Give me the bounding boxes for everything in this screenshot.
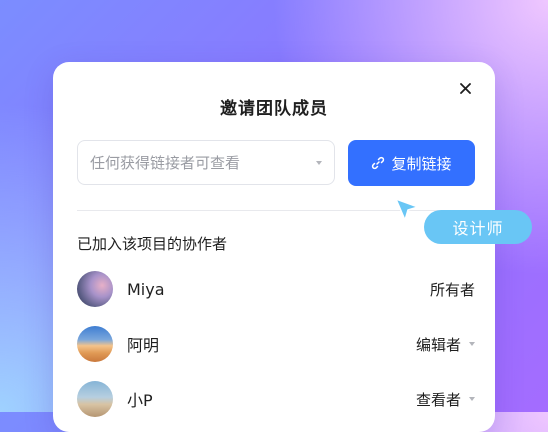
member-row: 小P 查看者 <box>77 380 475 418</box>
member-row: 阿明 编辑者 <box>77 325 475 363</box>
collaborators-title: 已加入该项目的协作者 <box>77 235 228 253</box>
avatar <box>77 326 113 362</box>
member-role-select[interactable]: 查看者 <box>416 389 475 410</box>
invite-dialog: 邀请团队成员 任何获得链接者可查看 复制链接 已加入该项目的协作者 Miya 所… <box>53 62 495 432</box>
chevron-down-icon <box>469 342 475 346</box>
chevron-down-icon <box>469 397 475 401</box>
close-icon <box>459 82 471 94</box>
member-role-label: 编辑者 <box>415 335 461 354</box>
collaborator-cursor-badge: 设计师 <box>424 210 532 244</box>
member-role: 所有者 <box>430 279 475 300</box>
copy-link-label: 复制链接 <box>391 154 452 173</box>
member-name: Miya <box>127 279 165 299</box>
cursor-icon <box>395 198 419 221</box>
avatar <box>77 271 113 307</box>
link-icon <box>372 156 385 170</box>
chevron-down-icon <box>316 160 322 165</box>
member-role-select[interactable]: 编辑者 <box>416 334 475 355</box>
link-permission-value: 任何获得链接者可查看 <box>90 154 241 172</box>
copy-link-button[interactable]: 复制链接 <box>348 140 475 186</box>
dialog-title: 邀请团队成员 <box>220 99 328 119</box>
member-role-label: 所有者 <box>429 280 475 299</box>
link-permission-select[interactable]: 任何获得链接者可查看 <box>77 140 335 185</box>
member-name: 阿明 <box>127 336 160 355</box>
member-name: 小P <box>127 391 153 410</box>
member-row: Miya 所有者 <box>77 270 475 308</box>
member-role-label: 查看者 <box>415 390 461 409</box>
close-button[interactable] <box>455 78 475 98</box>
